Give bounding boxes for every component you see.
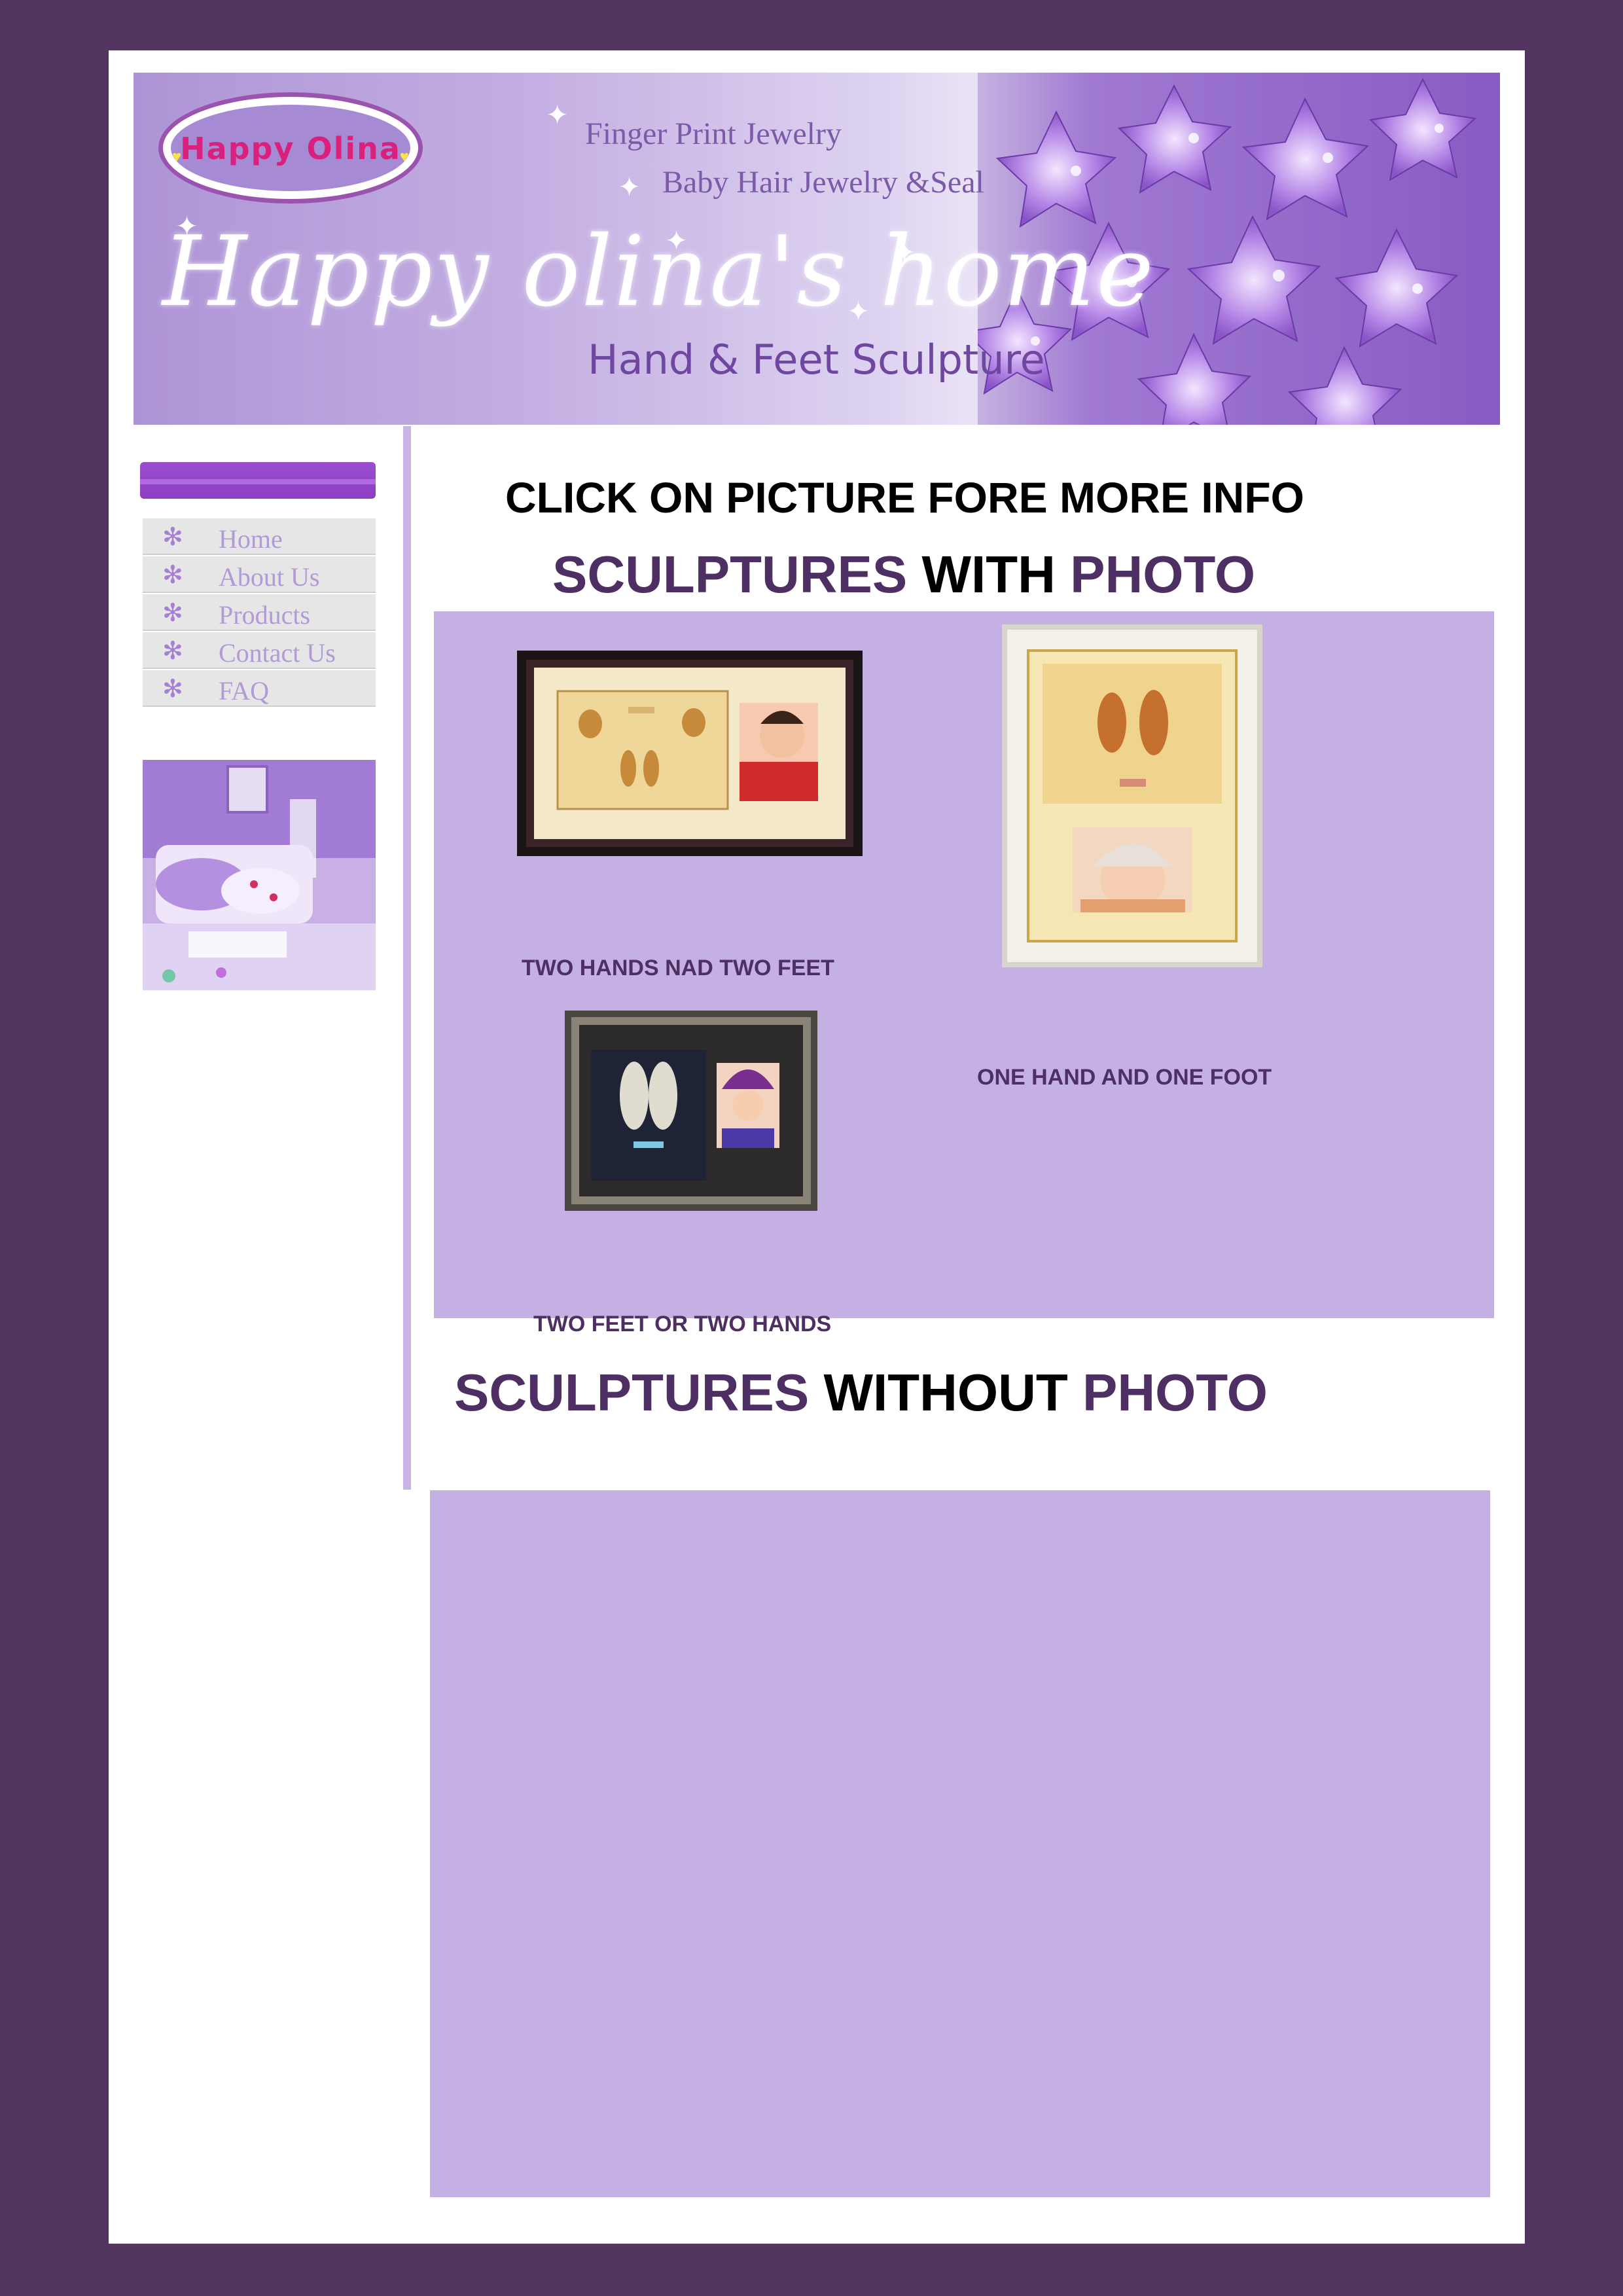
- heading-word: WITHOUT: [823, 1363, 1068, 1422]
- heading-word: SCULPTURES: [454, 1363, 810, 1422]
- sidebar-item-label: Home: [219, 524, 283, 554]
- sidebar-item-products[interactable]: ✻ Products: [143, 594, 376, 631]
- sparkle-icon: ✦: [893, 237, 916, 268]
- heading-with-photo: SCULPTURES WITH PHOTO: [552, 545, 1255, 605]
- site-title: Happy olina's home: [162, 215, 1155, 328]
- product-two-hands-two-feet[interactable]: [517, 651, 863, 856]
- sparkle-icon: ✦: [618, 171, 641, 202]
- logo-text: Happy Olina: [180, 131, 401, 166]
- tagline-fingerprint: Finger Print Jewelry: [585, 117, 842, 151]
- heading-word: PHOTO: [1070, 545, 1256, 603]
- sidebar-item-contact-us[interactable]: ✻ Contact Us: [143, 632, 376, 669]
- frame-photo: [517, 651, 863, 856]
- site-subtitle: Hand & Feet Sculpture: [588, 336, 1045, 384]
- sidebar-nav: ✻ Home ✻ About Us ✻ Products ✻ Contact U…: [143, 518, 376, 708]
- flower-bullet-icon: ✻: [162, 562, 183, 589]
- frame-photo: [565, 1011, 817, 1211]
- sidebar-item-label: About Us: [219, 562, 320, 592]
- product-two-feet-or-two-hands[interactable]: [565, 1011, 817, 1211]
- click-info-text: CLICK ON PICTURE FORE MORE INFO: [505, 473, 1304, 522]
- heading-word: SCULPTURES: [552, 545, 908, 603]
- heading-word: PHOTO: [1082, 1363, 1268, 1422]
- product-caption: ONE HAND AND ONE FOOT: [977, 1065, 1272, 1090]
- sidebar-item-about-us[interactable]: ✻ About Us: [143, 556, 376, 593]
- sidebar-divider: [403, 426, 411, 1490]
- flower-bullet-icon: ✻: [162, 600, 183, 627]
- product-caption: TWO FEET OR TWO HANDS: [533, 1312, 832, 1336]
- sparkle-icon: ✦: [376, 281, 399, 312]
- heart-icon: ♥: [399, 148, 409, 166]
- sparkle-icon: ✦: [175, 211, 199, 242]
- sidebar-item-home[interactable]: ✻ Home: [143, 518, 376, 555]
- sidebar-header-bar: [140, 462, 376, 499]
- sparkle-icon: ✦: [665, 225, 688, 256]
- product-one-hand-one-foot[interactable]: [1002, 624, 1262, 967]
- flower-bullet-icon: ✻: [162, 524, 183, 551]
- sparkle-icon: ✦: [847, 296, 870, 327]
- tagline-baby-hair: Baby Hair Jewelry &Seal: [662, 165, 984, 200]
- header-banner: ♥ Happy Olina ♥ Finger Print Jewelry Bab…: [134, 73, 1500, 425]
- sidebar-item-label: FAQ: [219, 676, 270, 706]
- flower-bullet-icon: ✻: [162, 675, 183, 703]
- product-caption: TWO HANDS NAD TWO FEET: [522, 956, 834, 980]
- sidebar-item-faq[interactable]: ✻ FAQ: [143, 670, 376, 707]
- frame-photo: [1002, 624, 1262, 967]
- heading-word: WITH: [921, 545, 1056, 603]
- sparkle-icon: ✦: [546, 99, 569, 130]
- flower-bullet-icon: ✻: [162, 637, 183, 665]
- heading-without-photo: SCULPTURES WITHOUT PHOTO: [454, 1363, 1268, 1423]
- sidebar-item-label: Contact Us: [219, 638, 336, 668]
- sidebar-item-label: Products: [219, 600, 310, 630]
- logo[interactable]: ♥ Happy Olina ♥: [158, 92, 423, 204]
- without-photo-panel: [430, 1490, 1490, 2197]
- page: ♥ Happy Olina ♥ Finger Print Jewelry Bab…: [109, 50, 1525, 2244]
- with-photo-panel: TWO HANDS NAD TWO FEET ONE HAND AND ONE …: [434, 611, 1494, 1336]
- bedroom-photo: [143, 760, 376, 990]
